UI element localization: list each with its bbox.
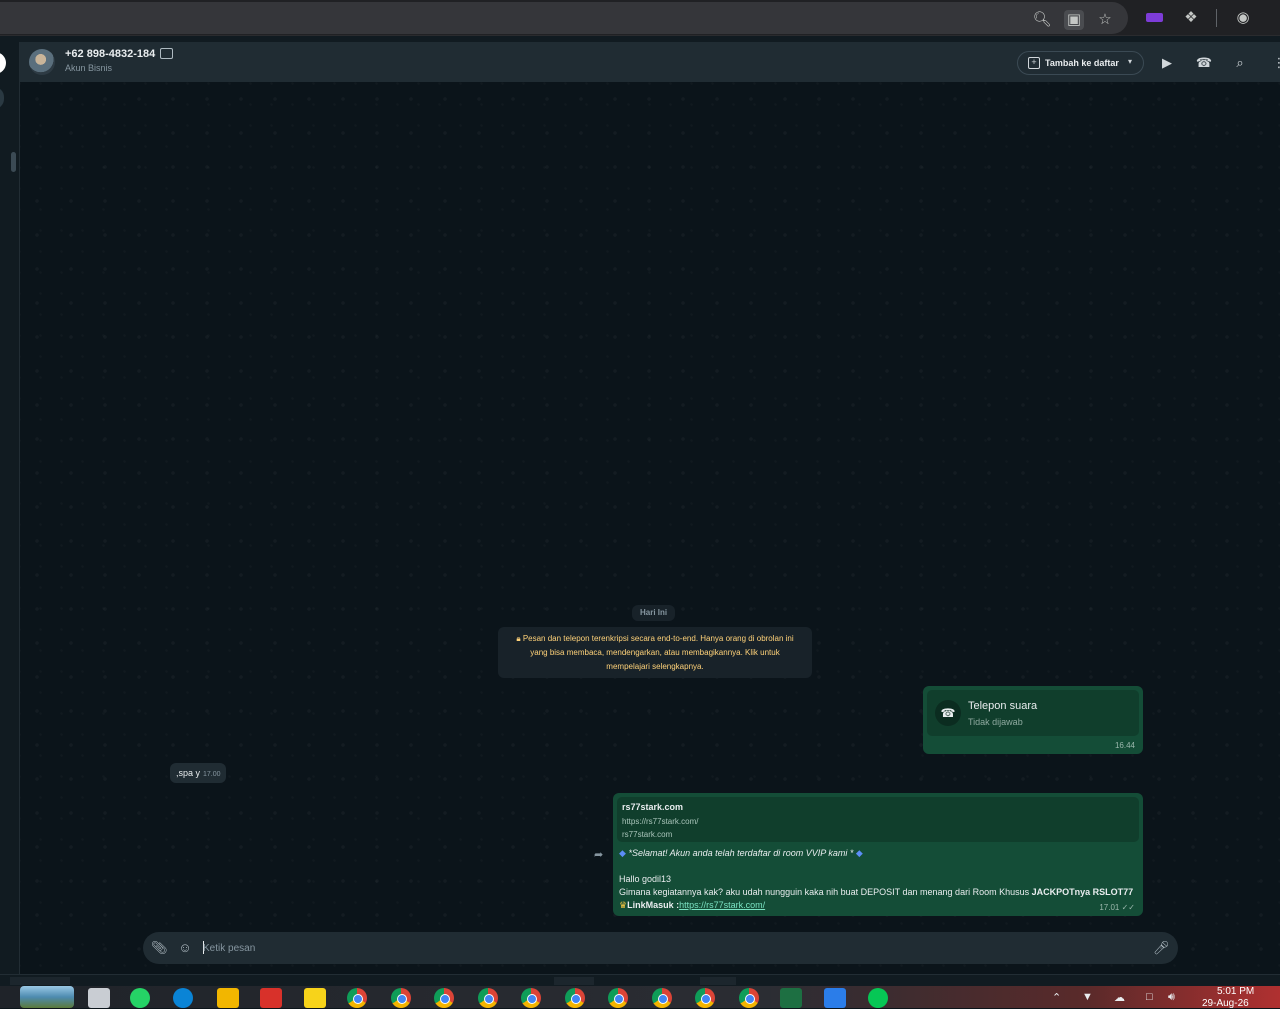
message-text-1: *Selamat! Akun anda telah terdaftar di r… <box>628 848 854 858</box>
encryption-notice[interactable]: 🔒︎ Pesan dan telepon terenkripsi secara … <box>498 627 812 678</box>
install-app-icon[interactable]: ▣ <box>1064 10 1084 30</box>
file-explorer-icon[interactable] <box>217 988 239 1008</box>
network-icon[interactable]: ▼ <box>1082 991 1093 1003</box>
search-icon[interactable]: ⌕ <box>1231 54 1249 72</box>
profile-icon[interactable]: ◉ <box>1233 8 1253 28</box>
message-link[interactable]: https://rs77stark.com/ <box>679 900 765 910</box>
message-composer[interactable]: 📎︎ ☺ 🎤︎ <box>143 932 1178 964</box>
bookmark-star-icon[interactable]: ☆ <box>1095 10 1115 30</box>
video-call-icon[interactable]: ▶ <box>1158 54 1176 72</box>
read-receipt-icon: ✓✓ <box>1121 903 1135 912</box>
voice-call-icon[interactable]: ☎ <box>1195 54 1213 72</box>
tray-chevron-icon[interactable]: ⌃ <box>1052 991 1061 1004</box>
incoming-message[interactable]: ,spa y 17.00 <box>170 763 226 783</box>
message-line-2: Hallo godil13 <box>619 874 672 884</box>
message-text-3: Gimana kegiatannya kak? aku udah nunggui… <box>619 887 1032 897</box>
edge-icon[interactable] <box>173 988 193 1008</box>
browser-toolbar: 🔍︎ ▣ ☆ ❖ ◉ <box>0 0 1280 36</box>
extensions-puzzle-icon[interactable]: ❖ <box>1181 8 1201 28</box>
chrome-icon[interactable] <box>434 988 454 1008</box>
message-time: 17.01 ✓✓ <box>1099 903 1135 912</box>
avatar[interactable] <box>29 49 55 75</box>
chrome-icon[interactable] <box>521 988 541 1008</box>
message-text-3-bold: JACKPOTnya RSLOT77 <box>1031 887 1134 897</box>
app-icon[interactable] <box>88 988 110 1008</box>
message-input[interactable] <box>203 938 1143 958</box>
strip-segment <box>700 977 736 985</box>
add-to-list-label: Tambah ke daftar <box>1045 58 1119 68</box>
zoom-icon[interactable]: 🔍︎ <box>1032 10 1052 30</box>
message-time: 16.44 <box>1114 741 1135 750</box>
diamond-icon: ◆ <box>855 848 863 858</box>
sidebar-scrollbar[interactable] <box>11 152 16 172</box>
link-preview[interactable]: rs77stark.com https://rs77stark.com/ rs7… <box>617 797 1139 842</box>
contact-subtitle: Akun Bisnis <box>65 63 113 73</box>
list-add-icon: + <box>1028 57 1040 69</box>
missed-call-icon: ☎ <box>935 700 961 726</box>
message-time-text: 17.01 <box>1099 903 1120 912</box>
windows-taskbar: ⌃ ▼ ☁ □ 🔊︎ 5:01 PM 29-Aug-26 <box>0 986 1280 1009</box>
strip-segment <box>10 977 70 985</box>
sticker-icon[interactable]: ☺ <box>177 940 193 956</box>
whatsapp-icon[interactable] <box>130 988 150 1008</box>
cloud-icon[interactable]: ☁ <box>1114 991 1125 1004</box>
chat-header[interactable]: +62 898-4832-184 Akun Bisnis + Tambah ke… <box>20 42 1280 82</box>
preview-url: https://rs77stark.com/ <box>622 817 699 826</box>
toolbar-separator <box>1216 9 1217 27</box>
business-store-icon <box>160 48 173 59</box>
chrome-icon[interactable] <box>565 988 585 1008</box>
clock-time[interactable]: 5:01 PM <box>1217 986 1254 997</box>
forward-icon[interactable]: ➦ <box>594 848 603 861</box>
chrome-icon[interactable] <box>391 988 411 1008</box>
display-icon[interactable]: □ <box>1146 991 1153 1003</box>
excel-icon[interactable] <box>780 988 802 1008</box>
crown-icon: ♛ <box>619 900 628 910</box>
extension-icon[interactable] <box>1146 13 1163 22</box>
call-title: Telepon suara <box>968 700 1038 712</box>
message-line-4: ♛LinkMasuk :https://rs77stark.com/ <box>619 900 765 911</box>
date-chip: Hari Ini <box>632 605 676 621</box>
wps-office-icon[interactable] <box>260 988 282 1008</box>
link-message[interactable]: rs77stark.com https://rs77stark.com/ rs7… <box>613 793 1143 916</box>
attach-icon[interactable]: 📎︎ <box>151 940 168 956</box>
sidebar-button-secondary[interactable] <box>0 87 4 109</box>
sidebar-button[interactable] <box>0 52 6 74</box>
call-card[interactable]: ☎ Telepon suara Tidak dijawab <box>927 690 1139 736</box>
sidebar-collapsed <box>0 42 20 974</box>
chrome-icon[interactable] <box>695 988 715 1008</box>
preview-domain: rs77stark.com <box>622 830 673 839</box>
encryption-notice-text: Pesan dan telepon terenkripsi secara end… <box>522 634 794 671</box>
chrome-icon[interactable] <box>347 988 367 1008</box>
clock-date[interactable]: 29-Aug-26 <box>1202 998 1249 1009</box>
app-icon[interactable] <box>824 988 846 1008</box>
chrome-icon[interactable] <box>739 988 759 1008</box>
microphone-icon[interactable]: 🎤︎ <box>1153 940 1170 956</box>
call-message[interactable]: ☎ Telepon suara Tidak dijawab 16.44 <box>923 686 1143 754</box>
bottom-scrollbar-strip <box>0 974 1280 986</box>
sticky-notes-icon[interactable] <box>304 988 326 1008</box>
message-text-4: LinkMasuk : <box>627 900 680 910</box>
chrome-icon[interactable] <box>652 988 672 1008</box>
message-time: 17.00 <box>203 771 221 778</box>
add-to-list-button[interactable]: + Tambah ke daftar ▾ <box>1017 51 1144 75</box>
message-line-1: ◆ *Selamat! Akun anda telah terdaftar di… <box>619 848 863 859</box>
address-bar[interactable]: 🔍︎ ▣ ☆ <box>0 2 1128 34</box>
strip-segment <box>554 977 594 985</box>
menu-icon[interactable]: ⋮ <box>1270 54 1280 72</box>
message-text: ,spa y <box>176 768 201 778</box>
diamond-icon: ◆ <box>619 848 626 858</box>
chevron-down-icon: ▾ <box>1128 57 1133 66</box>
chrome-icon[interactable] <box>478 988 498 1008</box>
preview-title: rs77stark.com <box>622 802 684 812</box>
volume-icon[interactable]: 🔊︎ <box>1168 991 1175 1004</box>
chat-messages[interactable]: Hari Ini 🔒︎ Pesan dan telepon terenkrips… <box>20 82 1280 974</box>
contact-name[interactable]: +62 898-4832-184 <box>65 48 155 60</box>
chrome-icon[interactable] <box>608 988 628 1008</box>
call-status: Tidak dijawab <box>968 717 1023 727</box>
line-icon[interactable] <box>868 988 888 1008</box>
message-line-3: Gimana kegiatannya kak? aku udah nunggui… <box>619 887 1133 897</box>
start-button[interactable] <box>20 986 74 1008</box>
